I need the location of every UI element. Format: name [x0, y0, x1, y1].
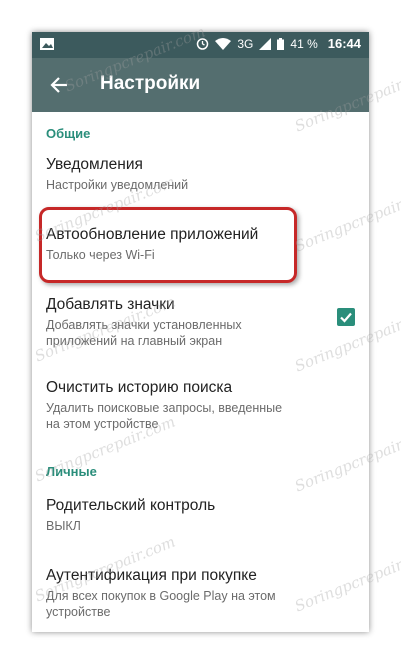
item-summary: Для всех покупок в Google Play на этом у… — [46, 589, 276, 619]
app-bar: Настройки — [32, 58, 369, 112]
wifi-icon — [215, 37, 232, 50]
settings-item-add-icons[interactable]: Добавлять значки Добавлять значки устано… — [32, 296, 369, 349]
alarm-icon — [197, 38, 209, 50]
section-header-general: Общие — [46, 126, 91, 141]
item-title: Добавлять значки — [46, 296, 175, 313]
item-title: Автообновление приложений — [46, 226, 259, 243]
settings-item-notifications[interactable]: Уведомления Настройки уведомлений — [32, 156, 369, 193]
item-title: Родительский контроль — [46, 497, 216, 514]
settings-item-clear-history[interactable]: Очистить историю поиска Удалить поисковы… — [32, 379, 369, 432]
item-summary: ВЫКЛ — [46, 519, 81, 533]
add-icons-checkbox[interactable] — [337, 308, 355, 326]
network-type: 3G — [237, 36, 254, 51]
clock: 16:44 — [327, 36, 361, 51]
item-summary: Удалить поисковые запросы, введенные на … — [46, 401, 283, 431]
arrow-back-icon — [50, 77, 67, 93]
status-bar: 3G 41 % 16:44 — [32, 32, 369, 58]
battery-percent: 41 % — [290, 36, 318, 51]
settings-item-parental-control[interactable]: Родительский контроль ВЫКЛ — [32, 497, 369, 534]
phone-screen: 3G 41 % 16:44 Настройки Общие Уведомлени… — [32, 32, 369, 632]
settings-item-auto-update[interactable]: Автообновление приложений Только через W… — [32, 226, 369, 263]
item-title: Аутентификация при покупке — [46, 567, 257, 584]
item-title: Уведомления — [46, 156, 143, 173]
page-title: Настройки — [100, 73, 201, 94]
section-header-personal: Личные — [46, 464, 97, 479]
image-notification-icon — [40, 38, 54, 50]
battery-icon — [277, 37, 285, 50]
item-summary: Только через Wi-Fi — [46, 248, 155, 262]
settings-item-purchase-auth[interactable]: Аутентификация при покупке Для всех поку… — [32, 567, 369, 620]
check-icon — [340, 312, 352, 323]
signal-icon — [259, 37, 272, 50]
item-summary: Настройки уведомлений — [46, 178, 189, 192]
item-title: Очистить историю поиска — [46, 379, 233, 396]
back-button[interactable] — [44, 70, 74, 100]
item-summary: Добавлять значки установленных приложени… — [46, 318, 242, 348]
